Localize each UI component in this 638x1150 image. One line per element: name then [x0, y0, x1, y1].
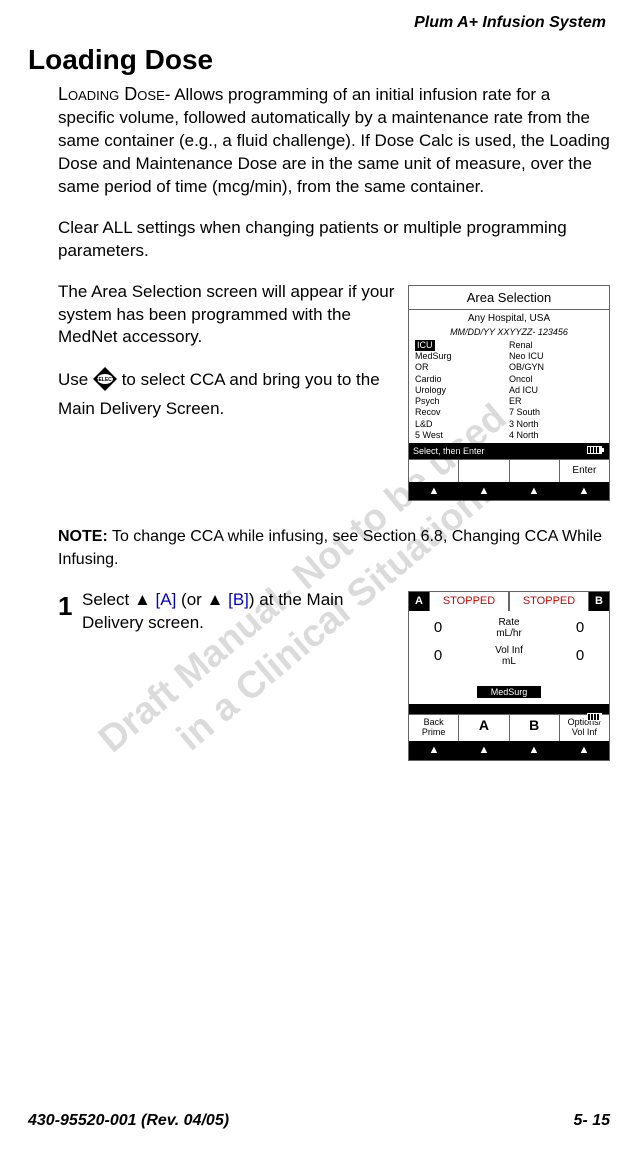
volinf-a-value: 0 — [423, 646, 453, 666]
channel-b-status: STOPPED — [509, 592, 589, 611]
ab-status-row: A STOPPED STOPPED B — [409, 592, 609, 611]
area-item[interactable]: 3 North — [509, 419, 603, 430]
area-item[interactable]: L&D — [415, 419, 509, 430]
volinf-row: 0 Vol InfmL 0 — [409, 639, 609, 667]
area-item[interactable]: OB/GYN — [509, 362, 603, 373]
lead-caps: Loading Dose — [58, 84, 165, 104]
up-triangle-icon: ▲ — [559, 741, 609, 760]
body-column: Loading Dose- Allows programming of an i… — [28, 82, 610, 773]
volinf-b-value: 0 — [565, 646, 595, 666]
document-page: Draft Manual- Not to be used in a Clinic… — [0, 0, 638, 1150]
screen2-blackbar — [409, 704, 609, 714]
channel-a-status: STOPPED — [429, 592, 509, 611]
up-triangle-icon: ▲ — [509, 741, 559, 760]
step-1-number: 1 — [58, 589, 82, 624]
footer-page-number: 5- 15 — [574, 1112, 610, 1130]
note-text-plain: To change CCA while infusing, — [108, 528, 333, 545]
area-item[interactable]: Psych — [415, 396, 509, 407]
svg-text:SELECT: SELECT — [95, 377, 115, 383]
up-triangle-icon: ▲ — [459, 482, 509, 501]
softkey-back-prime[interactable]: BackPrime — [409, 715, 458, 741]
running-header: Plum A+ Infusion System — [28, 0, 610, 32]
screen1-arrow-row: ▲ ▲ ▲ ▲ — [409, 482, 609, 501]
area-item[interactable]: Cardio — [415, 374, 509, 385]
screen1-softkey-3[interactable] — [509, 460, 559, 482]
rate-b-value: 0 — [565, 618, 595, 638]
channel-a-link[interactable]: [A] — [151, 590, 177, 609]
volinf-label: Vol InfmL — [482, 645, 536, 667]
screen1-hospital: Any Hospital, USA — [409, 310, 609, 326]
screen1-title: Area Selection — [409, 286, 609, 311]
channel-b-link[interactable]: [B] — [223, 590, 249, 609]
battery-icon — [587, 445, 605, 457]
area-col-right: Renal Neo ICU OB/GYN Oncol Ad ICU ER 7 S… — [509, 340, 603, 441]
area-item[interactable]: Urology — [415, 385, 509, 396]
area-list: ICU MedSurg OR Cardio Urology Psych Reco… — [409, 340, 609, 443]
up-triangle-icon: ▲ — [207, 590, 224, 609]
cca-label: MedSurg — [477, 686, 542, 698]
screen1-instruction-text: Select, then Enter — [413, 445, 485, 457]
area-col-left: ICU MedSurg OR Cardio Urology Psych Reco… — [415, 340, 509, 441]
channel-a-badge: A — [409, 592, 429, 611]
up-triangle-icon: ▲ — [559, 482, 609, 501]
softkey-b[interactable]: B — [509, 715, 559, 741]
clear-settings-paragraph: Clear ALL settings when changing patient… — [58, 217, 610, 263]
page-footer: 430-95520-001 (Rev. 04/05) 5- 15 — [28, 1112, 610, 1130]
screen2-arrow-row: ▲ ▲ ▲ ▲ — [409, 741, 609, 760]
main-delivery-screen: A STOPPED STOPPED B 0 RatemL/hr 0 0 Vol … — [408, 591, 610, 760]
softkey-a[interactable]: A — [458, 715, 508, 741]
note-label: NOTE: — [58, 528, 108, 545]
area-item[interactable]: Ad ICU — [509, 385, 603, 396]
area-item[interactable]: Neo ICU — [509, 351, 603, 362]
area-selection-screen: Area Selection Any Hospital, USA MM/DD/Y… — [408, 285, 610, 502]
area-item[interactable]: Recov — [415, 407, 509, 418]
rate-row: 0 RatemL/hr 0 — [409, 611, 609, 639]
channel-b-badge: B — [589, 592, 609, 611]
screen1-softkey-row: Enter — [409, 459, 609, 482]
area-item[interactable]: 4 North — [509, 430, 603, 441]
screen1-softkey-enter[interactable]: Enter — [559, 460, 609, 482]
area-item[interactable]: ER — [509, 396, 603, 407]
up-triangle-icon: ▲ — [509, 482, 559, 501]
area-item[interactable]: Renal — [509, 340, 603, 351]
cca-bar: MedSurg — [409, 679, 609, 702]
screen1-softkey-1[interactable] — [409, 460, 458, 482]
area-item[interactable]: OR — [415, 362, 509, 373]
up-triangle-icon: ▲ — [134, 590, 151, 609]
step-1: 1 Select ▲ [A] (or ▲ [B]) at the Main De… — [58, 589, 398, 635]
area-item-selected[interactable]: ICU — [415, 340, 509, 351]
area-item[interactable]: Oncol — [509, 374, 603, 385]
area-item[interactable]: 5 West — [415, 430, 509, 441]
note-block: NOTE: To change CCA while infusing, see … — [58, 525, 610, 571]
use-select-text-a: Use — [58, 370, 93, 389]
up-triangle-icon: ▲ — [409, 482, 459, 501]
up-triangle-icon: ▲ — [409, 741, 459, 760]
up-triangle-icon: ▲ — [459, 741, 509, 760]
battery-icon — [587, 705, 605, 728]
screen1-softkey-2[interactable] — [458, 460, 508, 482]
screen1-instruction-bar: Select, then Enter — [409, 443, 609, 459]
rate-a-value: 0 — [423, 618, 453, 638]
step-1-text: Select ▲ [A] (or ▲ [B]) at the Main Deli… — [82, 589, 398, 635]
screen2-softkey-row: BackPrime A B Options/Vol Inf — [409, 714, 609, 741]
footer-doc-id: 430-95520-001 (Rev. 04/05) — [28, 1112, 229, 1130]
screen1-date-id: MM/DD/YY XXYYZZ- 123456 — [409, 326, 609, 340]
page-title: Loading Dose — [28, 44, 610, 76]
area-item[interactable]: MedSurg — [415, 351, 509, 362]
intro-paragraph: Loading Dose- Allows programming of an i… — [58, 82, 610, 199]
area-item[interactable]: 7 South — [509, 407, 603, 418]
select-key-icon: SELECT — [93, 367, 117, 398]
rate-label: RatemL/hr — [482, 617, 536, 639]
